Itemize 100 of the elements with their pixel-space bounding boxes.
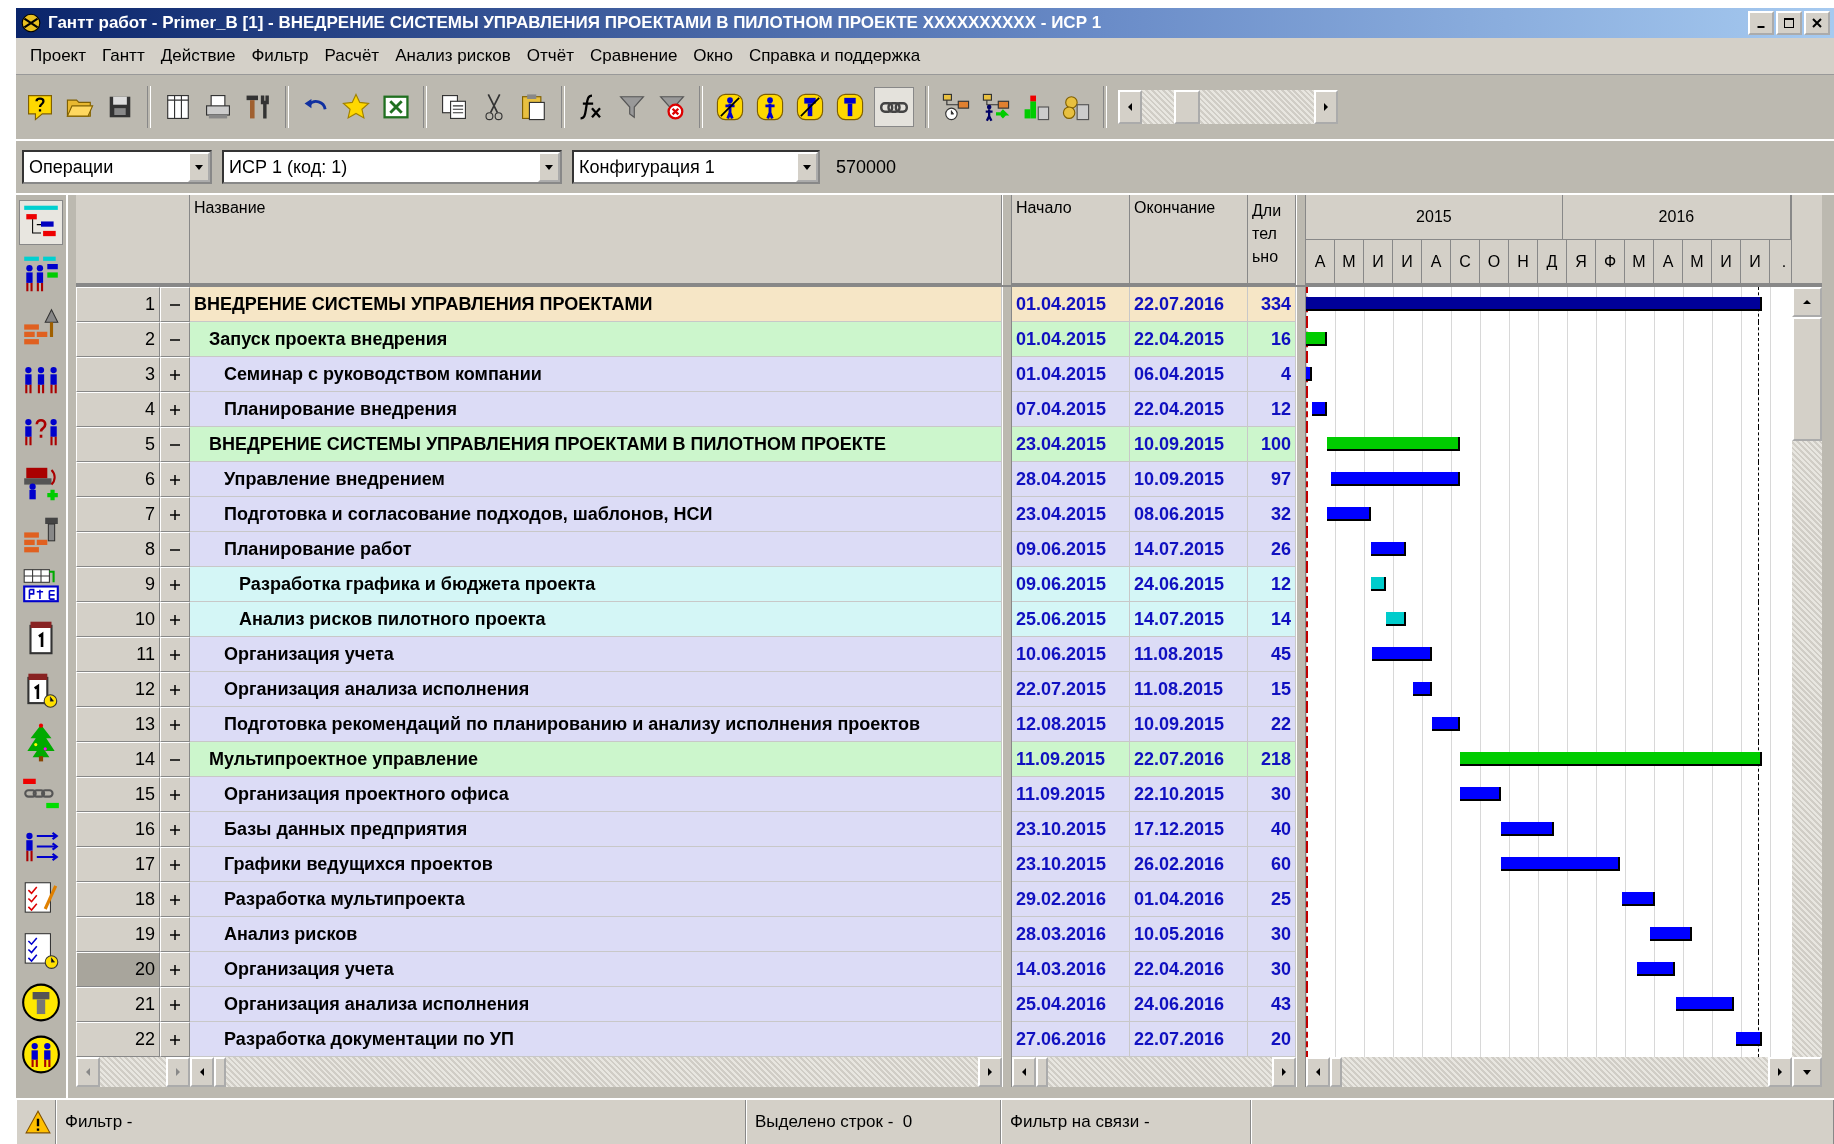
row-number[interactable]: 13 bbox=[76, 707, 160, 742]
gantt-bar[interactable] bbox=[1371, 577, 1387, 591]
pane-splitter[interactable] bbox=[1002, 287, 1012, 322]
row-number[interactable]: 16 bbox=[76, 812, 160, 847]
gantt-bar[interactable] bbox=[1311, 402, 1327, 416]
gantt-bar[interactable] bbox=[1650, 927, 1693, 941]
bolt-icon[interactable] bbox=[834, 91, 866, 123]
expand-button[interactable] bbox=[160, 637, 190, 672]
scroll-thumb[interactable] bbox=[214, 1057, 226, 1087]
column-header[interactable]: Длительно bbox=[1248, 195, 1296, 285]
scroll-thumb[interactable] bbox=[1330, 1057, 1342, 1087]
maximize-button[interactable] bbox=[1776, 11, 1802, 35]
row-number[interactable]: 12 bbox=[76, 672, 160, 707]
expand-button[interactable] bbox=[160, 917, 190, 952]
row-number[interactable]: 3 bbox=[76, 357, 160, 392]
scroll-thumb[interactable] bbox=[1174, 90, 1200, 124]
gantt-bar[interactable] bbox=[1412, 682, 1433, 696]
expand-button[interactable] bbox=[160, 672, 190, 707]
menu-item[interactable]: Фильтр bbox=[243, 46, 317, 66]
expand-button[interactable] bbox=[160, 1022, 190, 1057]
row-number[interactable]: 17 bbox=[76, 847, 160, 882]
menu-item[interactable]: Гантт bbox=[94, 46, 153, 66]
row-number[interactable]: 11 bbox=[76, 637, 160, 672]
dropdown-button[interactable] bbox=[538, 152, 560, 182]
person-crossed-icon[interactable] bbox=[714, 91, 746, 123]
row-number[interactable]: 18 bbox=[76, 882, 160, 917]
expand-button[interactable] bbox=[160, 882, 190, 917]
column-header[interactable]: Окончание bbox=[1130, 195, 1248, 285]
configuration-dropdown[interactable]: Конфигурация 1 bbox=[572, 150, 820, 184]
row-number[interactable]: 4 bbox=[76, 392, 160, 427]
dropdown-button[interactable] bbox=[796, 152, 818, 182]
scroll-right-button[interactable] bbox=[1272, 1057, 1296, 1087]
scroll-left-button[interactable] bbox=[190, 1057, 214, 1087]
view-dropdown[interactable]: Операции bbox=[22, 150, 212, 184]
menu-item[interactable]: Сравнение bbox=[581, 46, 686, 66]
expand-button[interactable] bbox=[160, 567, 190, 602]
gantt-bar[interactable] bbox=[1386, 612, 1407, 626]
menu-item[interactable]: Окно bbox=[685, 46, 741, 66]
menu-item[interactable]: Расчёт bbox=[316, 46, 388, 66]
expand-button[interactable] bbox=[160, 812, 190, 847]
bolt-circle-icon[interactable] bbox=[20, 981, 62, 1024]
menu-item[interactable]: Отчёт bbox=[518, 46, 582, 66]
person-icon[interactable] bbox=[754, 91, 786, 123]
expand-button[interactable] bbox=[160, 707, 190, 742]
column-header[interactable]: Начало bbox=[1012, 195, 1130, 285]
row-number[interactable]: 1 bbox=[76, 287, 160, 322]
scroll-right-button[interactable] bbox=[978, 1057, 1002, 1087]
chain-link-button[interactable] bbox=[874, 87, 914, 127]
menu-item[interactable]: Справка и поддержка bbox=[740, 46, 929, 66]
expand-button[interactable] bbox=[160, 357, 190, 392]
row-number[interactable]: 19 bbox=[76, 917, 160, 952]
scroll-right-button[interactable] bbox=[1768, 1057, 1792, 1087]
row-number[interactable]: 22 bbox=[76, 1022, 160, 1057]
scroll-left-button[interactable] bbox=[1306, 1057, 1330, 1087]
row-number[interactable]: 10 bbox=[76, 602, 160, 637]
scroll-left-button[interactable] bbox=[1118, 90, 1142, 124]
row-number[interactable]: 5 bbox=[76, 427, 160, 462]
gantt-bar[interactable] bbox=[1306, 332, 1327, 346]
gantt-bar[interactable] bbox=[1460, 752, 1762, 766]
scroll-up-button[interactable] bbox=[1792, 287, 1822, 317]
menu-item[interactable]: Анализ рисков bbox=[387, 46, 519, 66]
row-number[interactable]: 14 bbox=[76, 742, 160, 777]
expand-button[interactable] bbox=[160, 462, 190, 497]
scroll-right-button[interactable] bbox=[1314, 90, 1338, 124]
wbs-dropdown[interactable]: ИСР 1 (код: 1) bbox=[222, 150, 562, 184]
menu-item[interactable]: Проект bbox=[22, 46, 94, 66]
expand-button[interactable] bbox=[160, 952, 190, 987]
row-number[interactable]: 2 bbox=[76, 322, 160, 357]
pane-splitter[interactable] bbox=[1002, 195, 1012, 285]
scroll-left-button[interactable] bbox=[76, 1057, 100, 1087]
scroll-left-button[interactable] bbox=[1012, 1057, 1036, 1087]
row-number[interactable]: 7 bbox=[76, 497, 160, 532]
pane-splitter[interactable] bbox=[1296, 195, 1306, 285]
bolt-crossed-icon[interactable] bbox=[794, 91, 826, 123]
gantt-bar[interactable] bbox=[1326, 507, 1372, 521]
row-number[interactable]: 15 bbox=[76, 777, 160, 812]
column-header[interactable]: Название bbox=[190, 195, 1002, 285]
scroll-thumb[interactable] bbox=[1792, 317, 1822, 441]
row-number[interactable]: 6 bbox=[76, 462, 160, 497]
tree-clock-icon[interactable] bbox=[940, 91, 972, 123]
expand-button[interactable] bbox=[160, 497, 190, 532]
scroll-thumb[interactable] bbox=[1036, 1057, 1048, 1087]
row-number[interactable]: 8 bbox=[76, 532, 160, 567]
gantt-chart-icon[interactable] bbox=[20, 201, 62, 244]
scroll-down-button[interactable] bbox=[1792, 1057, 1822, 1087]
gantt-bar[interactable] bbox=[1326, 437, 1461, 451]
menu-item[interactable]: Действие bbox=[152, 46, 244, 66]
people-circle-icon[interactable] bbox=[20, 1033, 62, 1076]
pane-splitter[interactable] bbox=[1296, 287, 1306, 322]
expand-button[interactable] bbox=[160, 777, 190, 812]
row-number[interactable]: 21 bbox=[76, 987, 160, 1022]
dropdown-button[interactable] bbox=[188, 152, 210, 182]
collapse-button[interactable] bbox=[160, 287, 190, 322]
tree-person-icon[interactable] bbox=[980, 91, 1012, 123]
close-button[interactable] bbox=[1804, 11, 1830, 35]
expand-button[interactable] bbox=[160, 392, 190, 427]
gantt-bar[interactable] bbox=[1371, 542, 1407, 556]
minimize-button[interactable] bbox=[1748, 11, 1774, 35]
expand-button[interactable] bbox=[160, 847, 190, 882]
expand-button[interactable] bbox=[160, 987, 190, 1022]
